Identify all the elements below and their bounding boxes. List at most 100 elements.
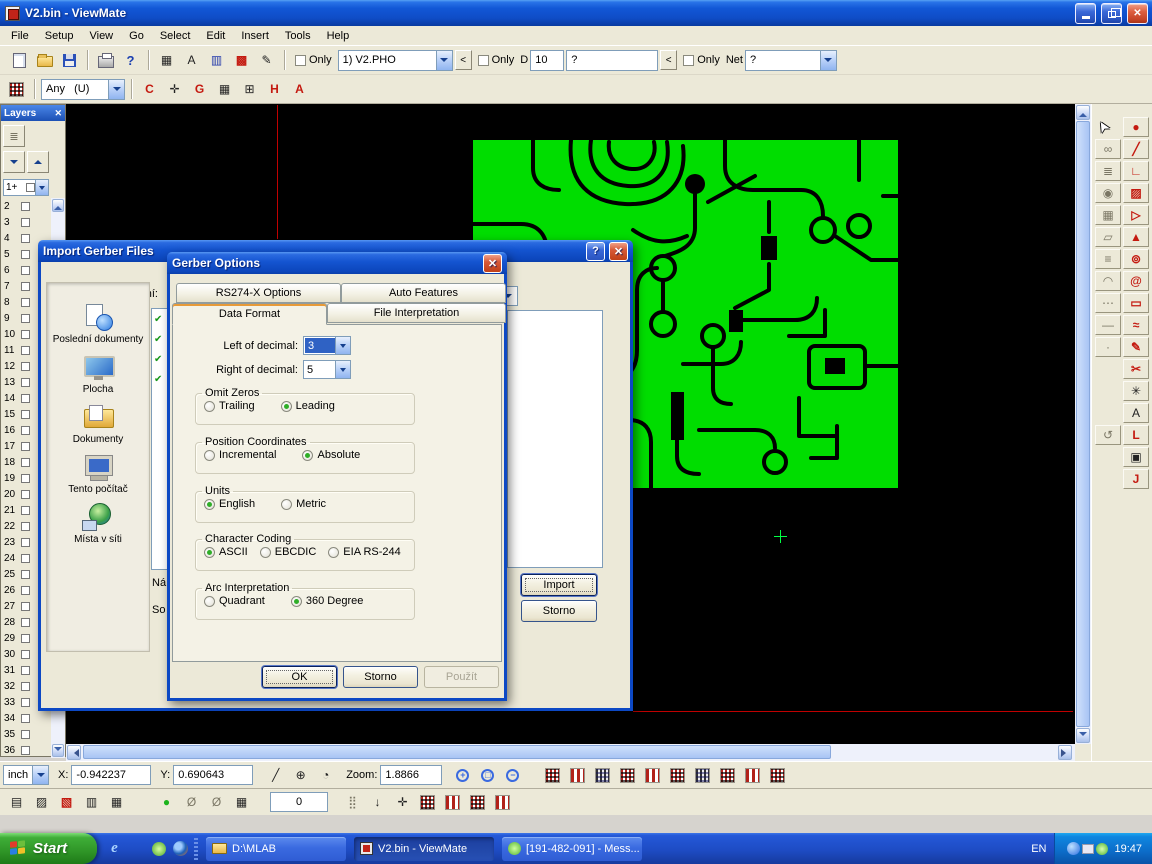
anchor-cross-icon[interactable]: ✛ [391, 791, 414, 813]
cancel-button[interactable]: Storno [343, 666, 418, 688]
layer-color-swatch[interactable] [21, 314, 30, 323]
radio-option[interactable]: English [204, 498, 255, 510]
radio-option[interactable]: Incremental [204, 449, 276, 461]
tray-messenger-icon[interactable] [1067, 842, 1080, 855]
dots-grid-icon[interactable]: ⣿ [341, 791, 364, 813]
layer-color-swatch[interactable] [21, 618, 30, 627]
layer-color-swatch[interactable] [21, 522, 30, 531]
radio-option[interactable]: EBCDIC [260, 546, 317, 558]
internet-explorer-icon[interactable]: e [105, 839, 124, 858]
layer-color-swatch[interactable] [21, 746, 30, 755]
quicklaunch-browser-icon[interactable] [171, 839, 190, 858]
dcode-list-icon[interactable]: A [180, 49, 203, 71]
quicklaunch-green-icon[interactable] [149, 839, 168, 858]
layer-row[interactable]: 35 [1, 726, 51, 742]
aperture-letter-icon[interactable]: A [288, 78, 311, 100]
layer-color-swatch[interactable] [21, 346, 30, 355]
layer-color-swatch[interactable] [21, 682, 30, 691]
chevron-down-icon[interactable] [35, 180, 48, 195]
dcode-pattern-icon-9[interactable] [741, 764, 764, 786]
layer-color-swatch[interactable] [21, 362, 30, 371]
layer-color-swatch[interactable] [21, 330, 30, 339]
layer-color-swatch[interactable] [21, 298, 30, 307]
layer-color-swatch[interactable] [21, 506, 30, 515]
minimize-button[interactable] [1075, 3, 1096, 24]
menu-item[interactable]: Select [152, 28, 199, 44]
file-checkbox-icon[interactable]: ✔ [152, 329, 168, 349]
blank-slot-1[interactable] [1095, 359, 1121, 379]
zoom-in-icon[interactable]: + [451, 764, 474, 786]
gear-icon[interactable]: ✳ [1123, 381, 1149, 401]
new-file-button[interactable] [8, 49, 31, 71]
layer-stack-button[interactable]: ≣ [3, 125, 25, 147]
red-hatch-icon[interactable]: ▧ [55, 791, 78, 813]
clock[interactable]: 19:47 [1114, 843, 1142, 855]
grid-toggle-icon[interactable]: ▦ [230, 791, 253, 813]
chevron-down-icon[interactable] [335, 337, 350, 354]
chevron-down-icon[interactable] [108, 80, 124, 99]
dcode-pattern-icon-10[interactable] [766, 764, 789, 786]
radio-option[interactable]: Quadrant [204, 595, 265, 607]
dcode-pattern-icon-4[interactable] [616, 764, 639, 786]
scroll-left-button[interactable] [67, 745, 81, 760]
pencil-icon[interactable]: ✎ [1123, 337, 1149, 357]
menu-item[interactable]: Go [121, 28, 152, 44]
probe-b-icon[interactable]: Ø [205, 791, 228, 813]
h-highlight-icon[interactable]: H [263, 78, 286, 100]
dcode-value-field[interactable]: 10 [530, 50, 564, 71]
close-button[interactable]: ✕ [1127, 3, 1148, 24]
crosshair-snap-icon[interactable]: ✛ [163, 78, 186, 100]
snap-down-icon[interactable]: ↓ [366, 791, 389, 813]
radio-option[interactable]: Leading [281, 400, 335, 412]
layer-color-swatch[interactable] [21, 698, 30, 707]
dialog-titlebar[interactable]: Gerber Options ✕ [167, 252, 507, 274]
tab[interactable]: Auto Features [341, 283, 506, 303]
tab[interactable]: Data Format [172, 303, 327, 325]
pad-style-icon-4[interactable] [491, 791, 514, 813]
layer-color-swatch[interactable] [21, 250, 30, 259]
place-recent-documents[interactable]: Poslední dokumenty [50, 303, 146, 345]
point-icon[interactable]: · [1095, 337, 1121, 357]
radio-option[interactable]: Trailing [204, 400, 255, 412]
grid-points-icon[interactable]: ⊞ [238, 78, 261, 100]
dcode-pattern-icon-1[interactable] [541, 764, 564, 786]
layers-panel-header[interactable]: Layers ✕ [1, 105, 65, 121]
chevron-down-icon[interactable] [436, 51, 452, 70]
place-documents[interactable]: Dokumenty [50, 403, 146, 445]
blank-slot-5[interactable] [1095, 469, 1121, 489]
restore-button[interactable] [1101, 3, 1122, 24]
task-button[interactable]: [191-482-091] - Mess... [502, 837, 642, 861]
fill-rect-icon[interactable]: ▨ [1123, 183, 1149, 203]
arc-angle-icon[interactable]: ◔ [314, 764, 337, 786]
active-layer-combo[interactable]: 1+ [3, 179, 49, 196]
dcode-pattern-icon-6[interactable] [666, 764, 689, 786]
menu-item[interactable]: Edit [198, 28, 233, 44]
dcode-pattern-icon-8[interactable] [716, 764, 739, 786]
film-rows-icon[interactable]: ▤ [5, 791, 28, 813]
columns-icon[interactable]: ▥ [80, 791, 103, 813]
net-combo[interactable]: ? [745, 50, 837, 71]
layer-color-swatch[interactable] [21, 666, 30, 675]
probe-a-icon[interactable]: Ø [180, 791, 203, 813]
ok-button[interactable]: OK [262, 666, 337, 688]
task-button[interactable]: D:\MLAB [206, 837, 346, 861]
layer-color-swatch[interactable] [21, 410, 30, 419]
mesh-icon[interactable]: ▦ [1095, 205, 1121, 225]
layer-color-swatch[interactable] [21, 634, 30, 643]
zoom-window-icon[interactable]: □ [476, 764, 499, 786]
grid-value-field[interactable]: 0 [270, 792, 328, 812]
diagonal-measure-icon[interactable]: ╱ [264, 764, 287, 786]
layer-color-swatch[interactable] [21, 490, 30, 499]
blank-slot-2[interactable] [1095, 381, 1121, 401]
sphere-icon[interactable]: ◉ [1095, 183, 1121, 203]
place-desktop[interactable]: Plocha [50, 353, 146, 395]
close-icon[interactable]: ✕ [54, 108, 62, 119]
spiral-icon[interactable]: @ [1123, 271, 1149, 291]
grid-view-icon[interactable]: ▦ [213, 78, 236, 100]
chevron-down-icon[interactable] [820, 51, 836, 70]
radio-option[interactable]: 360 Degree [291, 595, 364, 607]
pad-style-icon-1[interactable] [416, 791, 439, 813]
x-coordinate-field[interactable]: -0.942237 [71, 765, 151, 785]
aperture-table-icon[interactable]: ▦ [155, 49, 178, 71]
rotate-icon[interactable]: ↺ [1095, 425, 1121, 445]
